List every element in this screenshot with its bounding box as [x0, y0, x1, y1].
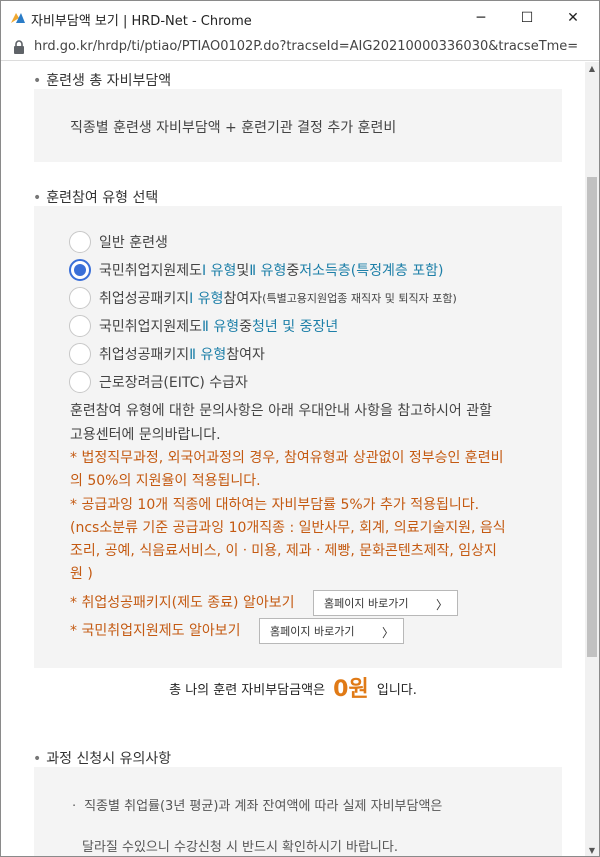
section-notice-title: • 과정 신청시 유의사항: [33, 751, 172, 767]
homepage-link-button-package[interactable]: 홈페이지 바로가기 〉: [313, 590, 458, 616]
radio-option-national-low-income[interactable]: 국민취업지원제도 Ⅰ 유형 및 Ⅱ 유형 중 저소득층(특정계층 포함): [69, 259, 443, 281]
link1-label: * 취업성공패키지(제도 종료) 알아보기: [70, 595, 295, 611]
radio-button[interactable]: [69, 371, 91, 393]
window-title: 자비부담액 보기 | HRD-Net - Chrome: [31, 14, 252, 29]
chevron-right-icon: 〉: [435, 598, 448, 612]
radio-option-package-type1[interactable]: 취업성공패키지 Ⅰ 유형 참여자 (특별고용지원업종 재직자 및 퇴직자 포함): [69, 287, 457, 309]
radio-button[interactable]: [69, 343, 91, 365]
notice-box: ㆍ 직종별 취업률(3년 평균)과 계좌 잔여액에 따라 실제 자비부담액은 달…: [34, 767, 562, 856]
radio-option-national-youth[interactable]: 국민취업지원제도 Ⅱ 유형 중 청년 및 중장년: [69, 315, 338, 337]
title-bar: 자비부담액 보기 | HRD-Net - Chrome ─ ☐ ✕: [1, 1, 599, 35]
total-amount: 0원: [333, 677, 369, 702]
radio-option-general[interactable]: 일반 훈련생: [69, 231, 168, 253]
address-bar[interactable]: hrd.go.kr/hrdp/ti/ptiao/PTIAO0102P.do?tr…: [1, 35, 599, 61]
close-button[interactable]: ✕: [550, 1, 596, 35]
note-legal-course: * 법정직무과정, 외국어과정의 경우, 참여유형과 상관없이 정부승인 훈련비…: [70, 450, 504, 489]
notice-line-2: 달라질 수있으니 수강신청 시 반드시 확인하시기 바랍니다.: [82, 840, 398, 855]
page-content: • 훈련생 총 자비부담액 직종별 훈련생 자비부담액 + 훈련기관 결정 추가 …: [1, 62, 585, 856]
homepage-link-button-national[interactable]: 홈페이지 바로가기 〉: [259, 618, 404, 644]
vertical-scrollbar[interactable]: ▲ ▼: [585, 62, 599, 856]
lock-icon: [14, 40, 24, 54]
maximize-button[interactable]: ☐: [504, 1, 550, 35]
radio-button[interactable]: [69, 287, 91, 309]
radio-button-checked[interactable]: [69, 259, 91, 281]
minimize-button[interactable]: ─: [458, 1, 504, 35]
inquiry-info: 훈련참여 유형에 대한 문의사항은 아래 우대안내 사항을 참고하시어 관할 고…: [70, 403, 492, 443]
chevron-right-icon: 〉: [381, 626, 394, 640]
radio-button[interactable]: [69, 315, 91, 337]
section-total-title: • 훈련생 총 자비부담액: [33, 73, 172, 89]
total-amount-line: 총 나의 훈련 자비부담금액은 0원 입니다.: [169, 677, 417, 702]
scrollbar-thumb[interactable]: [587, 177, 597, 657]
browser-window: 자비부담액 보기 | HRD-Net - Chrome ─ ☐ ✕ hrd.go…: [0, 0, 600, 857]
formula-text: 직종별 훈련생 자비부담액 + 훈련기관 결정 추가 훈련비: [70, 120, 397, 136]
scroll-up-arrow-icon[interactable]: ▲: [585, 62, 599, 76]
note-oversupply: * 공급과잉 10개 직종에 대하여는 자비부담률 5%가 추가 적용됩니다. …: [70, 497, 506, 582]
link2-label: * 국민취업지원제도 알아보기: [70, 623, 241, 639]
bullet-icon: •: [33, 190, 42, 206]
bullet-icon: •: [33, 73, 42, 89]
app-icon: [11, 13, 25, 23]
bullet-icon: •: [33, 751, 42, 767]
radio-option-package-type2[interactable]: 취업성공패키지 Ⅱ 유형 참여자: [69, 343, 265, 365]
formula-box: 직종별 훈련생 자비부담액 + 훈련기관 결정 추가 훈련비: [34, 89, 562, 162]
section-type-title: • 훈련참여 유형 선택: [33, 190, 159, 206]
radio-button[interactable]: [69, 231, 91, 253]
notice-line-1: ㆍ 직종별 취업률(3년 평균)과 계좌 잔여액에 따라 실제 자비부담액은: [68, 799, 443, 814]
url-text[interactable]: hrd.go.kr/hrdp/ti/ptiao/PTIAO0102P.do?tr…: [34, 39, 579, 54]
type-selection-box: 일반 훈련생 국민취업지원제도 Ⅰ 유형 및 Ⅱ 유형 중 저소득층(특정계층 …: [34, 206, 562, 668]
radio-option-eitc[interactable]: 근로장려금(EITC) 수급자: [69, 371, 248, 393]
scroll-down-arrow-icon[interactable]: ▼: [585, 844, 599, 856]
